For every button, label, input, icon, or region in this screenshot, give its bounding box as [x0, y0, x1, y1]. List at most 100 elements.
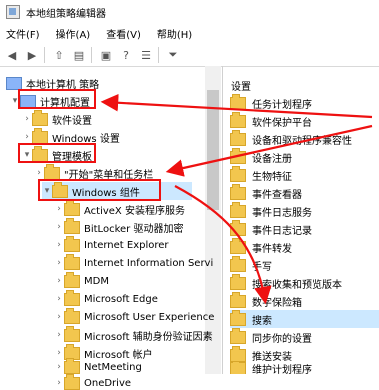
settings-item-label: 生物特征 [252, 171, 292, 183]
folder-icon [230, 255, 246, 272]
folder-icon [230, 327, 246, 344]
folder-icon [230, 165, 246, 182]
forward-icon[interactable]: ▶ [24, 47, 40, 63]
folder-icon [230, 291, 246, 308]
settings-item-label: 搜索收集和预览版本 [252, 279, 342, 291]
folder-icon [32, 127, 48, 144]
chevron-right-icon[interactable]: › [22, 114, 32, 124]
tree-node-child[interactable]: › Internet Information Servi [54, 253, 214, 272]
folder-icon [230, 362, 246, 374]
chevron-right-icon[interactable]: › [54, 222, 64, 232]
tree-node-child[interactable]: › NetMeeting [54, 357, 142, 374]
tree-node-child[interactable]: › MDM [54, 271, 109, 290]
tree-node-child-label: Microsoft Edge [84, 293, 158, 305]
tree-node-child-label: Internet Information Servi [84, 257, 214, 269]
window-title: 本地组策略编辑器 [26, 8, 106, 20]
menu-action[interactable]: 操作(A) [56, 26, 91, 41]
chevron-right-icon[interactable]: › [34, 168, 44, 178]
title-bar: 本地组策略编辑器 [0, 0, 379, 24]
tree-node-child-label: NetMeeting [84, 361, 142, 373]
folder-icon [64, 199, 80, 216]
settings-item[interactable]: 同步你的设置 [230, 327, 312, 346]
tree-node-child-label: Microsoft User Experience [84, 311, 215, 323]
folder-icon [64, 373, 80, 390]
settings-item[interactable]: 任务计划程序 [230, 93, 312, 112]
tree-node-child-label: OneDrive [84, 377, 132, 389]
help-icon[interactable]: ? [118, 47, 134, 63]
folder-icon [64, 271, 80, 288]
menu-help[interactable]: 帮助(H) [157, 26, 192, 41]
settings-item[interactable]: 数字保险箱 [230, 291, 302, 310]
settings-item[interactable]: 设备和驱动程序兼容性 [230, 129, 352, 148]
menu-view[interactable]: 查看(V) [106, 26, 141, 41]
tree-node-child-label: Microsoft 帐户 [84, 349, 153, 361]
settings-item-label: 手写 [252, 261, 272, 273]
tree-node-child[interactable]: › Microsoft Edge [54, 289, 158, 308]
settings-item[interactable]: 事件查看器 [230, 183, 302, 202]
settings-item[interactable]: 维护计划程序 [230, 362, 312, 374]
menu-file[interactable]: 文件(F) [6, 26, 40, 41]
chevron-right-icon[interactable]: › [54, 348, 64, 358]
settings-item-label: 任务计划程序 [252, 99, 312, 111]
menu-bar: 文件(F) 操作(A) 查看(V) 帮助(H) [0, 24, 379, 42]
folder-icon [44, 163, 60, 180]
tree-node-child[interactable]: › OneDrive [54, 373, 132, 390]
show-hide-tree-icon[interactable]: ▤ [71, 47, 87, 63]
folder-icon [64, 325, 80, 342]
chevron-right-icon[interactable]: › [54, 378, 64, 388]
chevron-right-icon[interactable]: › [54, 258, 64, 268]
settings-item-label: 事件转发 [252, 243, 292, 255]
chevron-right-icon[interactable]: › [54, 312, 64, 322]
settings-item-label: 同步你的设置 [252, 333, 312, 345]
tree-node-child[interactable]: › BitLocker 驱动器加密 [54, 217, 183, 236]
list-icon[interactable]: ☰ [138, 47, 154, 63]
settings-item[interactable]: 生物特征 [230, 165, 292, 184]
tree-node-child[interactable]: › Microsoft 辅助身份验证因素 [54, 325, 213, 344]
settings-item[interactable]: 手写 [230, 255, 272, 274]
tree-node-child[interactable]: › ActiveX 安装程序服务 [54, 199, 185, 218]
settings-item[interactable]: 事件日志记录 [230, 219, 312, 238]
folder-icon [64, 357, 80, 374]
settings-item-label: 数字保险箱 [252, 297, 302, 309]
settings-item[interactable]: 事件日志服务 [230, 201, 312, 220]
folder-icon [64, 289, 80, 306]
tree-node-child[interactable]: › Internet Explorer [54, 235, 169, 254]
highlight-box [38, 179, 161, 201]
settings-item-label: 事件日志服务 [252, 207, 312, 219]
settings-item[interactable]: 事件转发 [230, 237, 292, 256]
highlight-box [18, 143, 96, 163]
toolbar-separator [91, 47, 92, 63]
folder-icon [230, 129, 246, 146]
settings-item-label: 推送安装 [252, 351, 292, 363]
chevron-right-icon[interactable]: › [54, 240, 64, 250]
chevron-right-icon[interactable]: › [54, 276, 64, 286]
chevron-right-icon[interactable]: › [54, 204, 64, 214]
folder-icon [230, 183, 246, 200]
settings-item[interactable]: 设备注册 [230, 147, 292, 166]
settings-item-selected[interactable]: 搜索 [230, 309, 379, 328]
folder-up-icon[interactable]: ⇧ [51, 47, 67, 63]
folder-icon [64, 217, 80, 234]
tree-node-software-settings[interactable]: › 软件设置 [22, 109, 92, 128]
chevron-right-icon[interactable]: › [22, 132, 32, 142]
folder-icon [230, 201, 246, 218]
settings-item[interactable]: 搜索收集和预览版本 [230, 273, 342, 292]
tree-node-child[interactable]: › Microsoft User Experience [54, 307, 215, 326]
settings-item[interactable]: 软件保护平台 [230, 111, 312, 130]
properties-icon[interactable]: ▣ [98, 47, 114, 63]
chevron-right-icon[interactable]: › [54, 362, 64, 372]
settings-item-label: 事件日志记录 [252, 225, 312, 237]
tree-scroll-thumb[interactable] [207, 90, 219, 210]
tree-node-child-label: MDM [84, 275, 109, 287]
settings-item-label: 搜索 [252, 315, 272, 327]
chevron-right-icon[interactable]: › [54, 294, 64, 304]
highlight-box [18, 89, 96, 109]
folder-icon [230, 111, 246, 128]
toolbar-separator [44, 47, 45, 63]
back-icon[interactable]: ◀ [4, 47, 20, 63]
filter-icon[interactable]: ⏷ [165, 47, 181, 63]
folder-icon [230, 237, 246, 254]
folder-icon [230, 219, 246, 236]
folder-icon [230, 345, 246, 362]
chevron-right-icon[interactable]: › [54, 330, 64, 340]
